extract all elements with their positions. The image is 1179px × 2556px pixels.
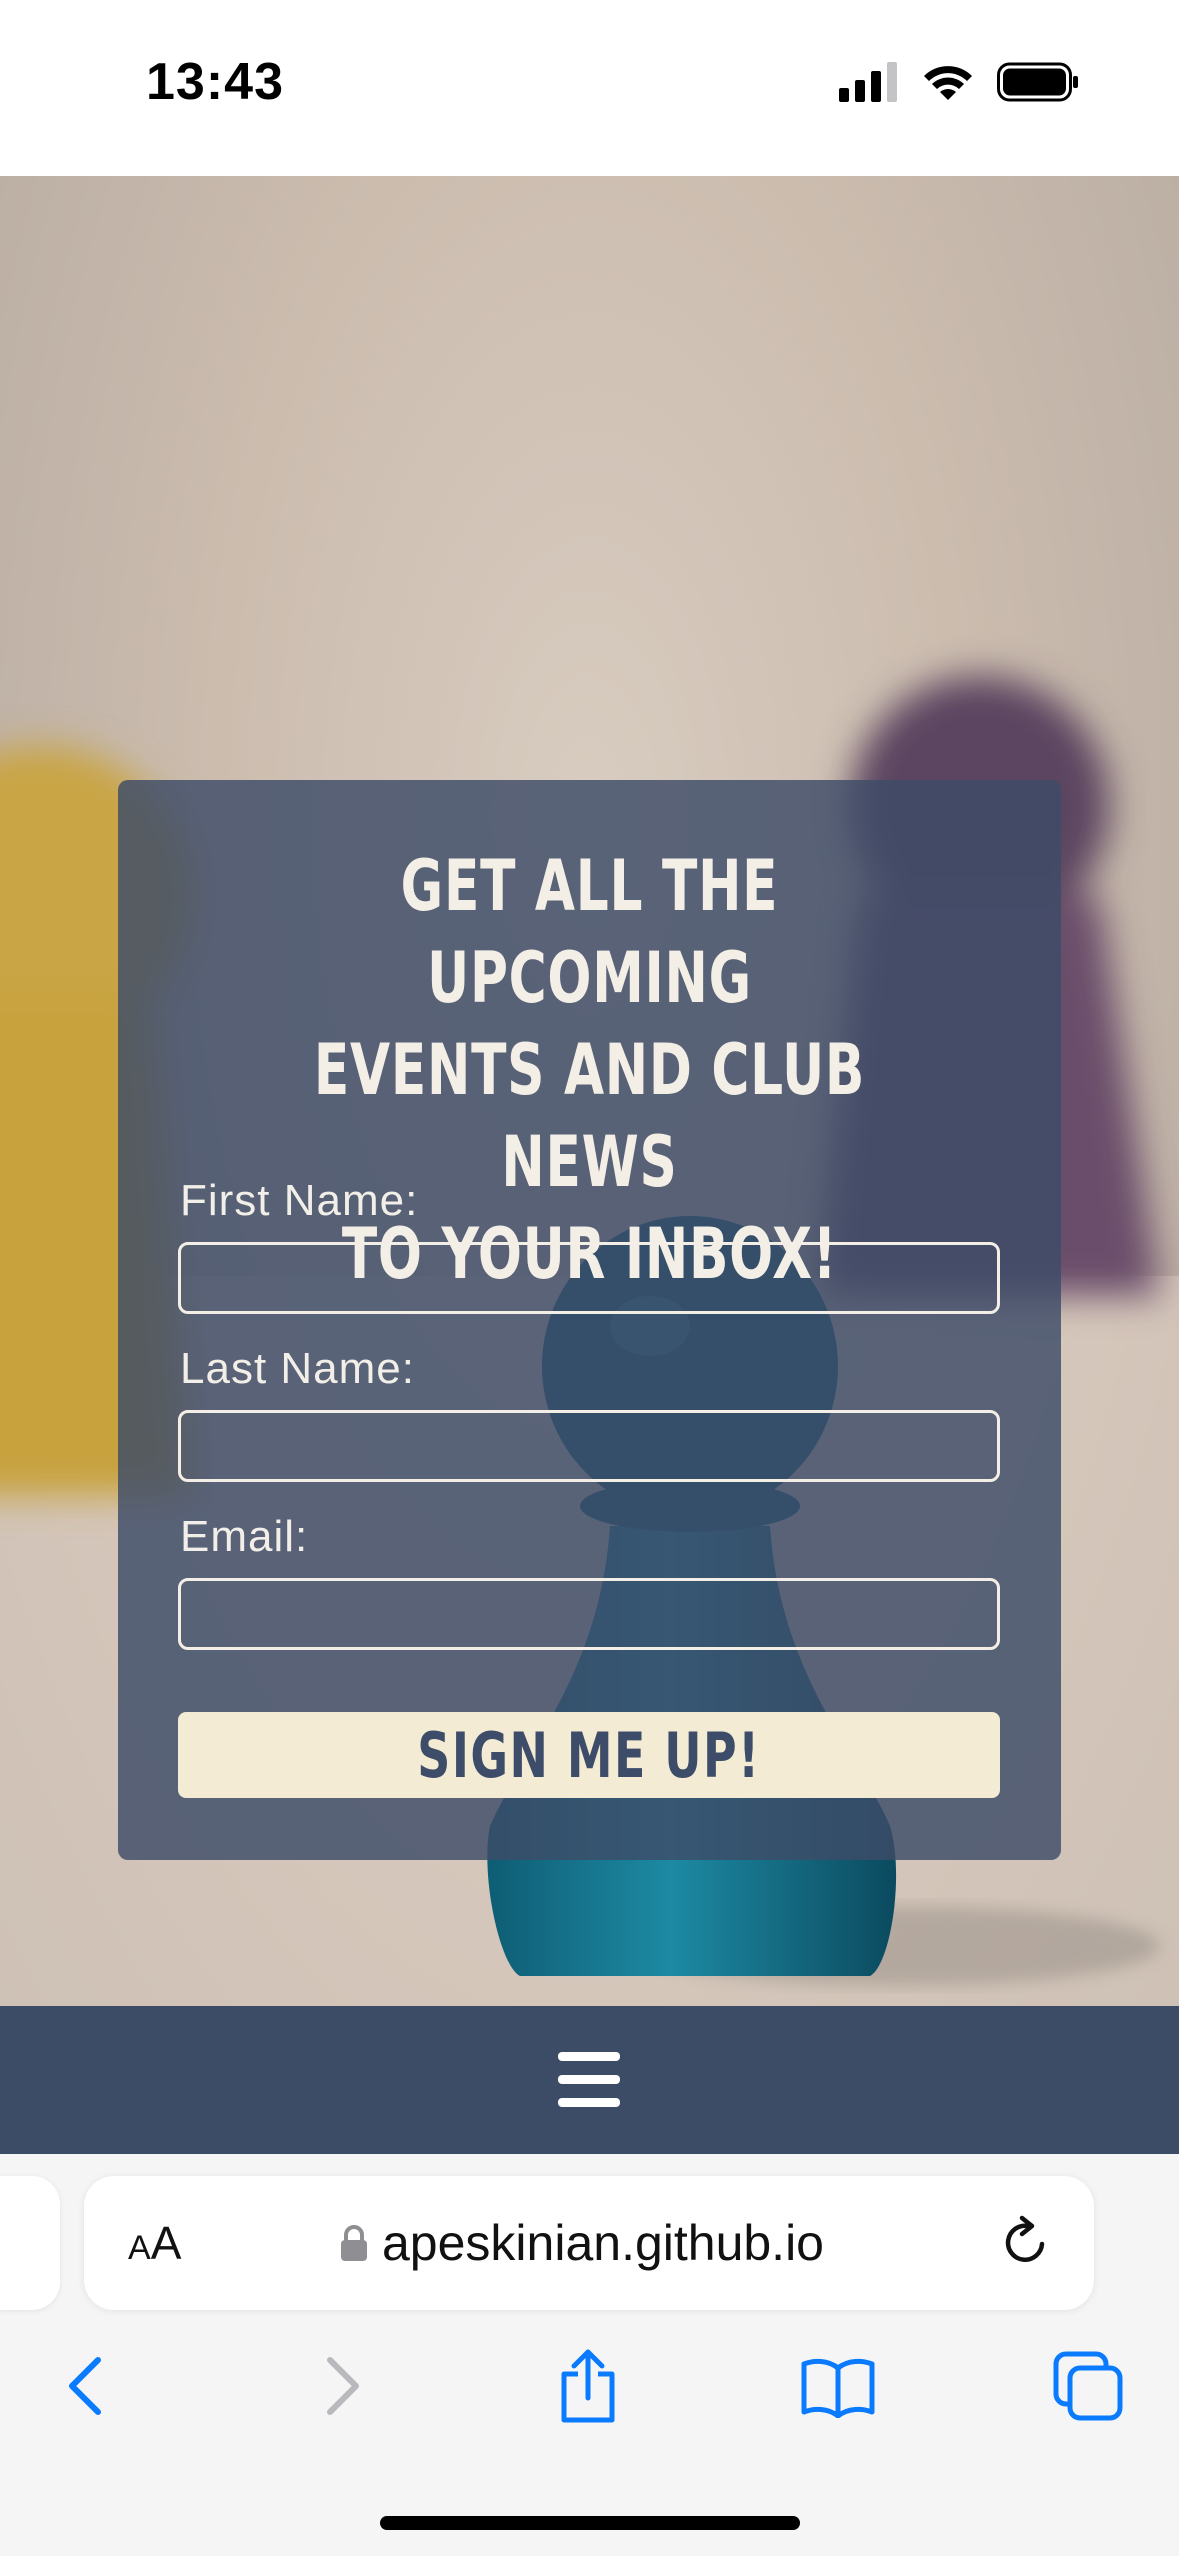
address-bar[interactable]: AA apeskinian.github.io <box>84 2176 1094 2310</box>
forward-icon[interactable] <box>302 2346 382 2426</box>
cellular-signal-icon <box>839 62 897 102</box>
first-name-label: First Name: <box>180 1176 419 1225</box>
home-indicator <box>380 2516 800 2530</box>
first-name-input[interactable] <box>178 1242 1000 1314</box>
status-bar: 13:43 <box>0 0 1179 176</box>
share-icon[interactable] <box>548 2346 628 2426</box>
last-name-input[interactable] <box>178 1410 1000 1482</box>
status-time: 13:43 <box>146 53 284 111</box>
tabs-icon[interactable] <box>1048 2346 1128 2426</box>
lock-icon <box>341 2225 367 2261</box>
heading-line-1: GET ALL THE UPCOMING <box>400 845 779 1019</box>
reload-icon[interactable] <box>998 2214 1054 2270</box>
site-nav-bar <box>0 2006 1179 2154</box>
status-icons <box>839 62 1079 102</box>
wifi-icon <box>924 66 972 100</box>
previous-tab-preview[interactable] <box>0 2176 60 2310</box>
hero-section: GET ALL THE UPCOMING EVENTS AND CLUB NEW… <box>0 176 1179 2006</box>
sign-me-up-button[interactable]: SIGN ME UP! <box>178 1712 1000 1798</box>
last-name-label: Last Name: <box>180 1344 415 1393</box>
sign-me-up-label: SIGN ME UP! <box>417 1718 761 1792</box>
text-size-button[interactable]: AA <box>128 2216 181 2270</box>
url-text: apeskinian.github.io <box>382 2215 824 2271</box>
url-display[interactable]: apeskinian.github.io <box>340 2214 824 2272</box>
bookmarks-icon[interactable] <box>798 2346 878 2426</box>
signup-heading: GET ALL THE UPCOMING EVENTS AND CLUB NEW… <box>241 840 939 1300</box>
email-label: Email: <box>180 1512 309 1561</box>
email-input[interactable] <box>178 1578 1000 1650</box>
back-icon[interactable] <box>46 2346 126 2426</box>
battery-icon <box>997 62 1078 102</box>
newsletter-signup-card: GET ALL THE UPCOMING EVENTS AND CLUB NEW… <box>118 780 1061 1860</box>
hamburger-menu-icon[interactable] <box>558 2052 620 2108</box>
